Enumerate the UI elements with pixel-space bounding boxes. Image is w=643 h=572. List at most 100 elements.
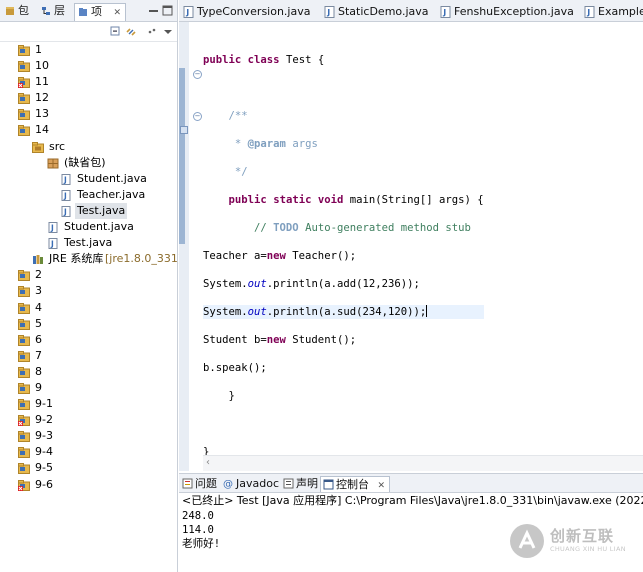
code-line: public static void main(String[] args) { (203, 193, 484, 207)
view-menu-icon[interactable] (147, 26, 159, 38)
tab-label: StaticDemo.java (338, 5, 429, 18)
fold-collapse-icon[interactable]: − (193, 112, 202, 121)
watermark-subtitle: CHUANG XIN HU LIAN (550, 545, 626, 553)
code-editor[interactable]: − − public class Test { /** * @param arg… (179, 22, 643, 471)
tab-declaration[interactable]: 声明 (281, 476, 318, 492)
svg-text:J: J (63, 191, 67, 200)
tree-item[interactable]: src (0, 139, 177, 155)
tree-item[interactable]: J Test.java (0, 202, 177, 219)
tree-item[interactable]: 14 (0, 122, 177, 138)
tree-item-label: 12 (35, 91, 49, 105)
tab-project[interactable]: 项 ✕ (74, 3, 127, 21)
tree-item[interactable]: 4 (0, 300, 177, 316)
tree-item[interactable]: 9 (0, 380, 177, 396)
tab-console[interactable]: 控制台 ✕ (320, 476, 391, 492)
chevron-down-icon[interactable] (162, 26, 174, 38)
maximize-icon[interactable] (162, 5, 173, 16)
tree-item-label: Test.java (75, 202, 128, 219)
console-line: 248.0 (182, 510, 214, 522)
tree-item-label: 9 (35, 380, 42, 394)
tree-item[interactable]: 9-1 (0, 396, 177, 412)
java-file-icon: J (584, 6, 595, 18)
project-error-icon (18, 479, 30, 491)
project-folder-icon (18, 399, 30, 411)
project-folder-icon (18, 431, 30, 443)
tree-item[interactable]: 7 (0, 348, 177, 364)
tree-item-label: Student.java (77, 171, 147, 185)
console-output[interactable]: 248.0 114.0 老师好! (182, 509, 220, 551)
tree-item-label: 9-2 (35, 413, 53, 427)
code-text: Teacher(); (285, 250, 357, 262)
fold-collapse-icon[interactable]: − (193, 70, 202, 79)
static-field: out (247, 278, 267, 290)
tree-item[interactable]: 3 (0, 283, 177, 299)
code-line: */ (203, 166, 248, 178)
tree-item[interactable]: 2 (0, 267, 177, 283)
tab-javadoc[interactable]: @ Javadoc (221, 476, 279, 492)
tree-item-label: 1 (35, 43, 42, 56)
tree-item[interactable]: 9-6 (0, 477, 177, 493)
scroll-left-icon[interactable]: ‹ (206, 457, 210, 468)
tab-hierarchy-label: 层 (54, 4, 65, 17)
svg-text:J: J (50, 224, 54, 233)
code-line: /** (203, 110, 248, 122)
task-marker-icon[interactable] (180, 126, 188, 134)
tree-item-label: 4 (35, 300, 42, 314)
keyword: void (317, 194, 344, 206)
tree-item[interactable]: 12 (0, 90, 177, 106)
hierarchy-icon (42, 7, 50, 15)
tree-item[interactable]: 10 (0, 58, 177, 74)
tree-item[interactable]: 13 (0, 106, 177, 122)
tree-item[interactable]: J Student.java (0, 219, 177, 235)
project-tree[interactable]: 1 10 11 12 13 14 src (缺省包) J Student.java J Teacher… (0, 42, 182, 493)
tree-item-label: JRE 系统库 (49, 252, 104, 266)
tab-hierarchy[interactable]: 层 (38, 3, 65, 21)
console-line: 114.0 (182, 524, 214, 536)
tree-item[interactable]: 9-3 (0, 428, 177, 444)
tree-item-label: 9-4 (35, 445, 53, 459)
tree-item-label: 9-1 (35, 397, 53, 411)
tree-item[interactable]: (缺省包) (0, 155, 177, 171)
tab-package[interactable]: 包 (2, 3, 29, 21)
minimize-icon[interactable] (148, 6, 159, 16)
tree-item[interactable]: 5 (0, 316, 177, 332)
code-text: Student b= (203, 334, 267, 346)
tree-item[interactable]: 6 (0, 332, 177, 348)
code-text: .println(a.sud(234,120)); (266, 306, 427, 318)
tree-item[interactable]: 9-4 (0, 444, 177, 460)
tree-item[interactable]: 11 (0, 74, 177, 90)
tree-item[interactable]: 9-2 (0, 412, 177, 428)
project-folder-icon (18, 125, 30, 137)
project-folder-icon (18, 93, 30, 105)
project-folder-icon (18, 61, 30, 73)
tree-item[interactable]: J Teacher.java (0, 187, 177, 203)
code-text: main(String[] args) { (343, 194, 484, 206)
tab-staticdemo[interactable]: J StaticDemo.java (321, 3, 429, 21)
tab-examples[interactable]: J ExampleS (581, 3, 643, 21)
close-tab-icon[interactable]: ✕ (378, 481, 386, 491)
source-code[interactable]: public class Test { /** * @param args */… (203, 39, 484, 487)
tab-project-label: 项 (91, 5, 102, 18)
tree-item[interactable]: JRE 系统库 [jre1.8.0_331] (0, 251, 182, 267)
tab-problems[interactable]: 问题 (180, 476, 217, 492)
watermark-title: 创新互联 (550, 527, 615, 545)
horizontal-scrollbar[interactable]: ‹ (203, 455, 643, 471)
tree-item[interactable]: J Student.java (0, 171, 177, 187)
tree-item[interactable]: J Test.java (0, 235, 177, 251)
tab-label: ExampleS (598, 5, 643, 18)
tree-item[interactable]: 8 (0, 364, 177, 380)
tree-item-label: 9-3 (35, 429, 53, 443)
console-line: 老师好! (182, 538, 221, 550)
tree-item[interactable]: 9-5 (0, 460, 177, 476)
tab-fenshuexception[interactable]: J FenshuException.java (437, 3, 574, 21)
close-tab-icon[interactable]: ✕ (114, 8, 122, 18)
tree-item[interactable]: 1 (0, 42, 177, 58)
code-text: Test { (279, 54, 325, 66)
bottom-tab-bar: 问题 @ Javadoc 声明 控制台 ✕ (179, 473, 643, 493)
watermark-logo-icon (510, 524, 544, 558)
collapse-all-icon[interactable] (110, 26, 122, 38)
tab-typeconversion[interactable]: J TypeConversion.java (180, 3, 310, 21)
todo-tag: TODO (273, 222, 299, 234)
link-with-editor-icon[interactable] (125, 26, 137, 38)
tab-package-label: 包 (18, 4, 29, 17)
